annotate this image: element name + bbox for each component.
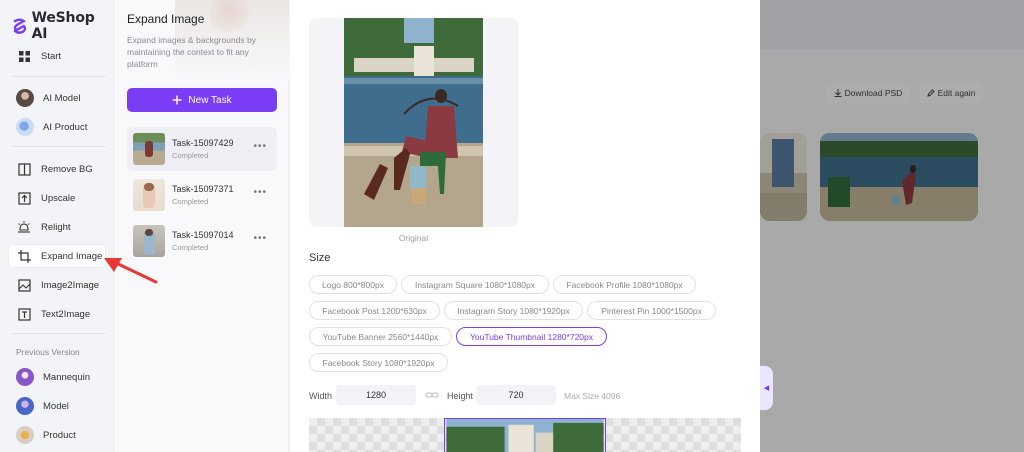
nav-divider	[12, 333, 106, 334]
width-label: Width	[309, 391, 333, 401]
nav-divider	[12, 76, 106, 77]
nav-model-label: Model	[43, 400, 69, 412]
text-icon	[16, 306, 32, 322]
width-input[interactable]	[336, 385, 416, 405]
nav-product-label: Product	[43, 429, 76, 441]
caret-left-icon: ◀	[763, 385, 770, 392]
ai-model-avatar	[16, 89, 34, 107]
task-status: Completed	[172, 243, 209, 252]
nav-expand-image-label: Expand Image	[41, 250, 103, 262]
preset-chip[interactable]: Instagram Story 1080*1920px	[444, 301, 583, 320]
nav-relight-label: Relight	[41, 221, 71, 233]
weshop-logo-icon	[13, 18, 27, 34]
max-size-note: Max Size 4096	[564, 391, 621, 401]
more-options-icon[interactable]: •••	[253, 187, 267, 198]
nav-remove-bg-label: Remove BG	[41, 163, 93, 175]
nav-ai-product[interactable]: AI Product	[8, 115, 106, 139]
nav-model[interactable]: Model	[8, 394, 106, 418]
crop-icon	[16, 248, 32, 264]
task-name: Task-15097429	[172, 138, 234, 148]
plus-icon	[172, 95, 182, 105]
preset-chip[interactable]: Instagram Square 1080*1080px	[401, 275, 549, 294]
nav-relight[interactable]: Relight	[8, 215, 106, 239]
remove-bg-icon	[16, 161, 32, 177]
nav-expand-image[interactable]: Expand Image	[8, 244, 106, 268]
brand-name: WeShop AI	[31, 10, 95, 42]
task-status: Completed	[172, 197, 209, 206]
height-input[interactable]	[476, 385, 556, 405]
original-image-frame	[309, 18, 518, 227]
nav-mannequin-label: Mannequin	[43, 371, 91, 383]
more-options-icon[interactable]: •••	[253, 141, 267, 152]
nav-start-label: Start	[41, 50, 62, 62]
expand-settings-panel: Original Size Logo 800*800px Instagram S…	[290, 0, 760, 452]
nav-ai-product-label: AI Product	[43, 121, 88, 133]
nav-start[interactable]: Start	[8, 44, 106, 68]
link-icon[interactable]	[425, 388, 439, 402]
results-area: Download PSD Edit again	[760, 0, 1024, 452]
size-section-title: Size	[309, 252, 331, 264]
task-name: Task-15097014	[172, 230, 234, 240]
product-avatar	[16, 426, 34, 444]
modal-overlay	[760, 0, 1024, 452]
nav-upscale[interactable]: Upscale	[8, 186, 106, 210]
task-thumbnail	[133, 133, 165, 165]
mannequin-avatar	[16, 368, 34, 386]
task-item[interactable]: Task-15097371 Completed •••	[127, 173, 277, 217]
preview-photo	[444, 418, 606, 452]
preset-chip[interactable]: Facebook Story 1080*1920px	[309, 353, 448, 372]
task-item[interactable]: Task-15097429 Completed •••	[127, 127, 277, 171]
upscale-icon	[16, 190, 32, 206]
tasks-panel-title: Expand Image	[127, 12, 205, 26]
ai-product-avatar	[16, 118, 34, 136]
collapse-panel-button[interactable]: ◀	[760, 366, 773, 410]
height-label: Height	[447, 391, 474, 401]
original-caption: Original	[398, 233, 429, 243]
new-task-button[interactable]: New Task	[127, 88, 277, 112]
nav-divider	[12, 146, 106, 147]
task-thumbnail	[133, 179, 165, 211]
nav-remove-bg[interactable]: Remove BG	[8, 157, 106, 181]
preset-chip[interactable]: Pinterest Pin 1000*1500px	[587, 301, 716, 320]
light-bulb-icon	[16, 219, 32, 235]
image-icon	[16, 277, 32, 293]
nav-ai-model[interactable]: AI Model	[8, 86, 106, 110]
preset-chip[interactable]: Facebook Profile 1080*1080px	[553, 275, 696, 294]
grid-icon	[16, 48, 32, 64]
previous-version-heading: Previous Version	[16, 347, 80, 357]
tasks-panel-description: Expand images & backgrounds by maintaini…	[127, 35, 256, 69]
nav-image2image-label: Image2Image	[41, 279, 100, 291]
task-name: Task-15097371	[172, 184, 234, 194]
task-status: Completed	[172, 151, 209, 160]
brand-logo[interactable]: WeShop AI	[12, 10, 113, 42]
expand-preview-canvas[interactable]	[309, 418, 741, 452]
new-task-label: New Task	[188, 94, 232, 106]
nav-ai-model-label: AI Model	[43, 92, 81, 104]
task-item[interactable]: Task-15097014 Completed •••	[127, 219, 277, 263]
nav-mannequin[interactable]: Mannequin	[8, 365, 106, 389]
nav-product[interactable]: Product	[8, 423, 106, 447]
nav-upscale-label: Upscale	[41, 192, 76, 204]
preset-chip[interactable]: Facebook Post 1200*630px	[309, 301, 440, 320]
nav-image2image[interactable]: Image2Image	[8, 273, 106, 297]
nav-text2image[interactable]: Text2Image	[8, 302, 106, 326]
preset-chip-selected[interactable]: YouTube Thumbnail 1280*720px	[456, 327, 607, 346]
tasks-panel: Expand Image Expand images & backgrounds…	[115, 0, 289, 452]
preset-chip[interactable]: Logo 800*800px	[309, 275, 397, 294]
preset-chip[interactable]: YouTube Banner 2560*1440px	[309, 327, 452, 346]
nav-text2image-label: Text2Image	[41, 308, 91, 320]
original-photo	[344, 18, 483, 227]
left-navigation: WeShop AI Start AI Model AI Product Remo…	[0, 0, 114, 452]
task-thumbnail	[133, 225, 165, 257]
model-avatar	[16, 397, 34, 415]
more-options-icon[interactable]: •••	[253, 233, 267, 244]
